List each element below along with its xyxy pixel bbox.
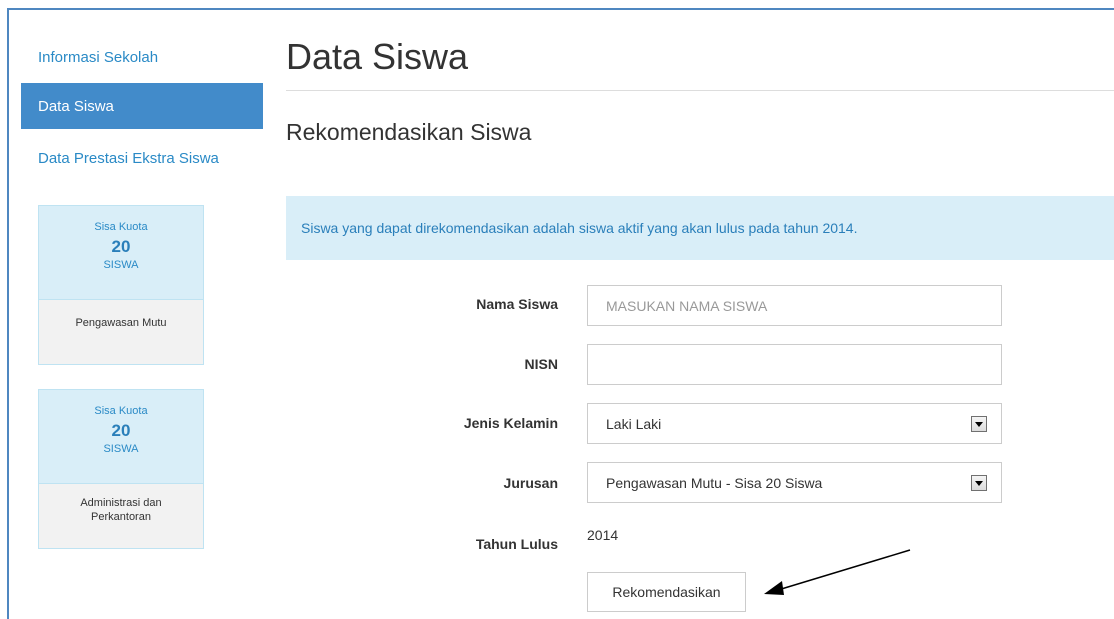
quota-unit: SISWA (103, 259, 139, 271)
quota-count: 20 (111, 237, 131, 256)
quota-label: Sisa Kuota (94, 405, 148, 417)
chevron-down-icon[interactable] (971, 416, 987, 432)
section-title: Rekomendasikan Siswa (286, 119, 532, 145)
jenis-kelamin-select[interactable]: Laki Laki (587, 403, 1002, 444)
quota-header: Sisa Kuota 20 SISWA (39, 206, 203, 300)
arrow-icon (764, 549, 911, 595)
quota-card: Sisa Kuota 20 SISWA Administrasi dan Per… (38, 389, 204, 549)
quota-program-label: Pengawasan Mutu (75, 317, 167, 329)
nama-siswa-label: Nama Siswa (476, 296, 558, 312)
sidebar-item-data-prestasi[interactable]: Data Prestasi Ekstra Siswa (21, 135, 263, 181)
quota-header: Sisa Kuota 20 SISWA (39, 390, 203, 484)
nama-siswa-input[interactable] (587, 285, 1002, 326)
quota-unit: SISWA (103, 443, 139, 455)
info-alert: Siswa yang dapat direkomendasikan adalah… (286, 196, 1114, 260)
page-title: Data Siswa (286, 36, 469, 77)
tahun-lulus-label: Tahun Lulus (475, 536, 558, 552)
quota-card: Sisa Kuota 20 SISWA Pengawasan Mutu (38, 205, 204, 365)
title-divider (286, 90, 1114, 91)
info-text: Siswa yang dapat direkomendasikan adalah… (301, 220, 858, 236)
quota-label: Sisa Kuota (94, 221, 148, 233)
jenis-kelamin-label: Jenis Kelamin (463, 415, 558, 431)
quota-program-label: Administrasi dan Perkantoran (80, 497, 162, 523)
quota-count: 20 (111, 421, 131, 440)
chevron-down-icon[interactable] (971, 475, 987, 491)
rekomendasikan-button[interactable]: Rekomendasikan (587, 572, 746, 612)
tahun-lulus-value: 2014 (587, 527, 619, 543)
quota-program: Pengawasan Mutu (39, 300, 203, 364)
sidebar-item-informasi-sekolah[interactable]: Informasi Sekolah (21, 34, 263, 80)
sidebar-item-data-siswa[interactable]: Data Siswa (21, 83, 263, 129)
jenis-kelamin-value: Laki Laki (606, 415, 662, 432)
jurusan-label: Jurusan (503, 475, 558, 491)
nisn-label: NISN (524, 356, 558, 372)
quota-program: Administrasi dan Perkantoran (39, 484, 203, 548)
nisn-input[interactable] (587, 344, 1002, 385)
jurusan-value: Pengawasan Mutu - Sisa 20 Siswa (606, 474, 823, 491)
jurusan-select[interactable]: Pengawasan Mutu - Sisa 20 Siswa (587, 462, 1002, 503)
